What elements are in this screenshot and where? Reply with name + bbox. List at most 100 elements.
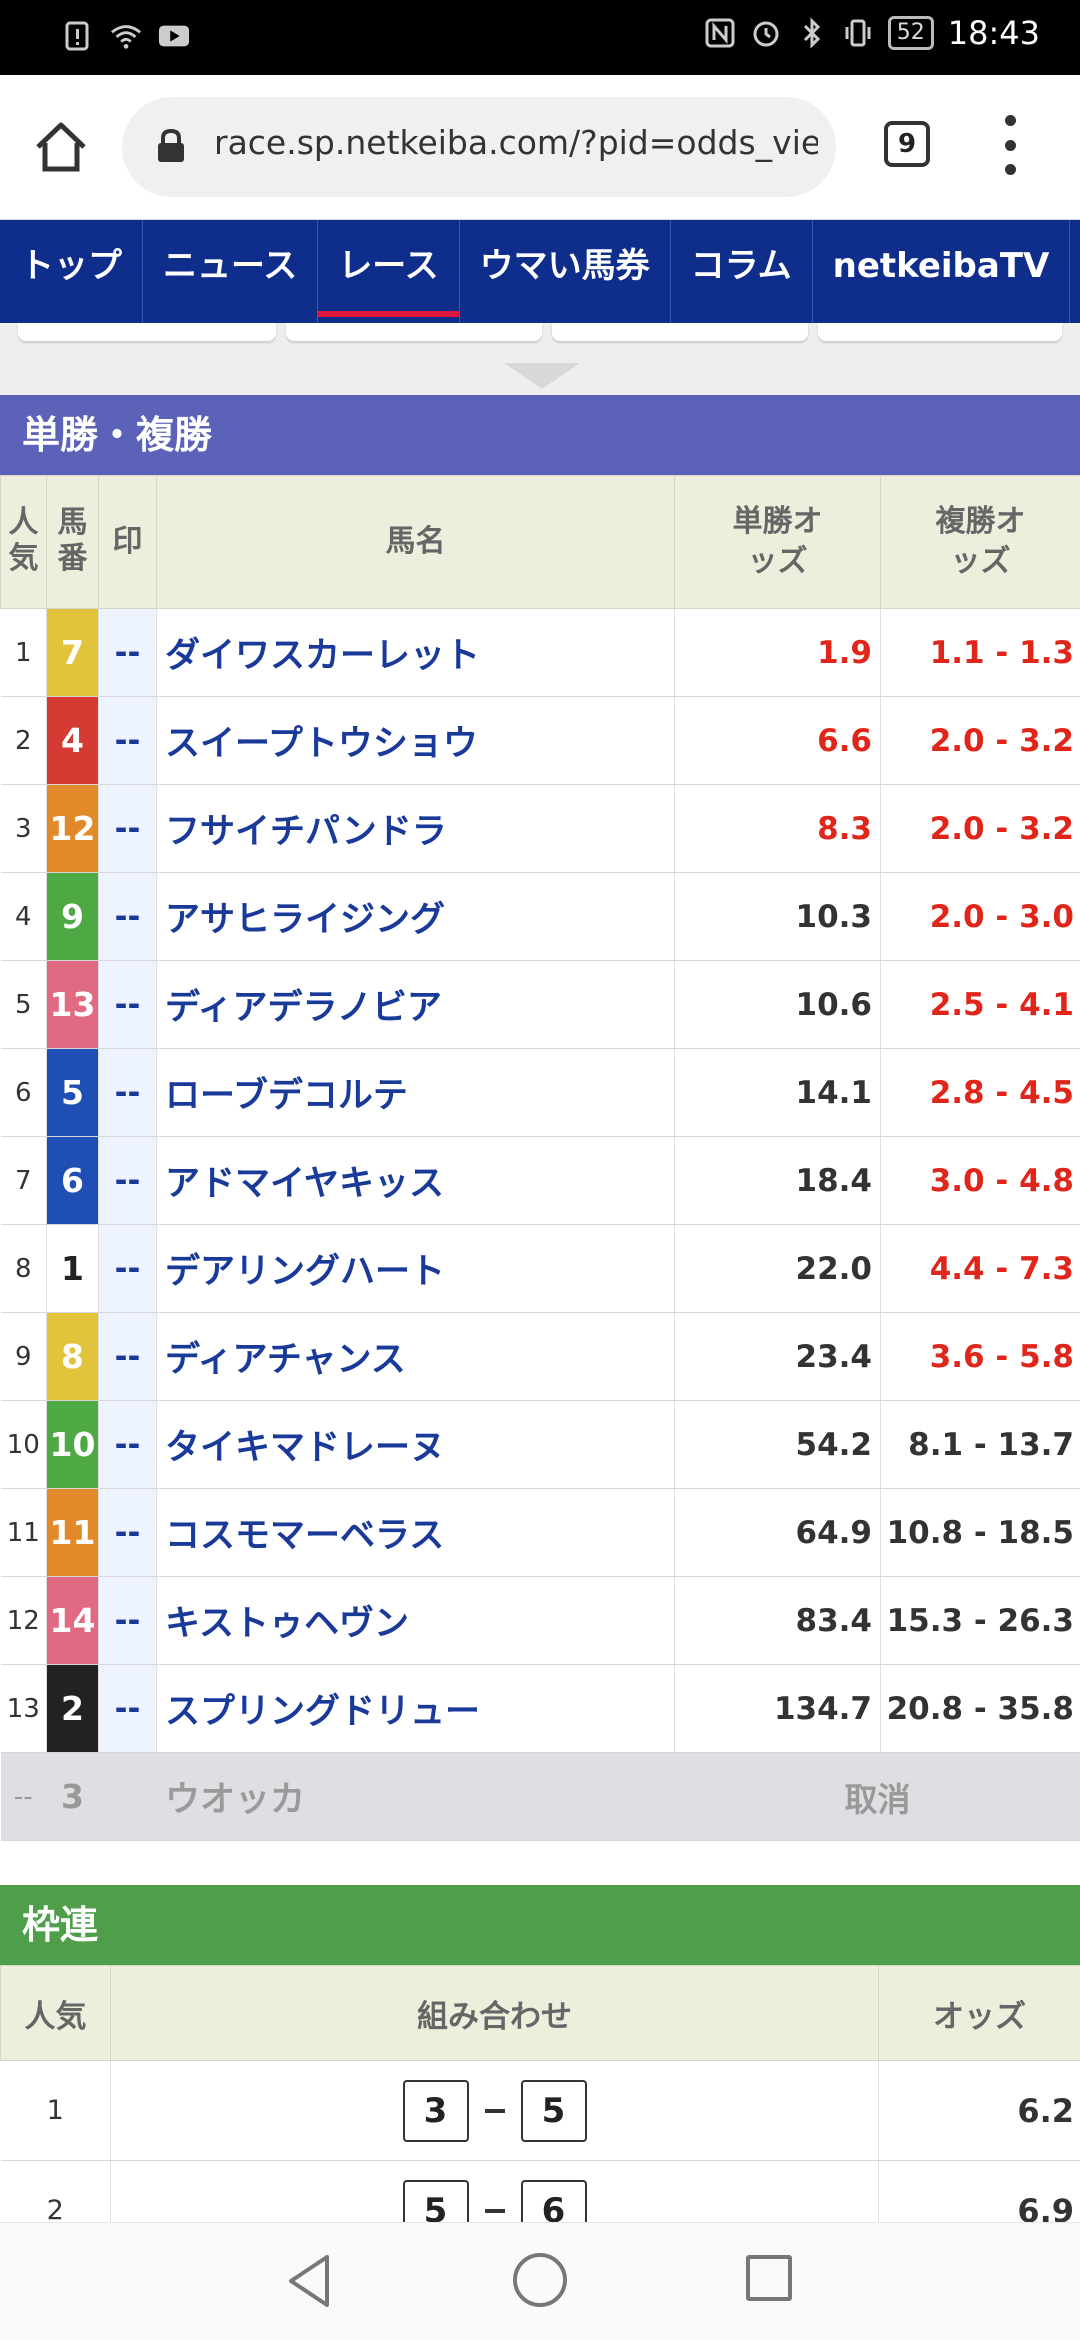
mark-cell[interactable]: -- — [98, 872, 157, 961]
col-header-win: 単勝オッズ — [674, 475, 881, 609]
browser-toolbar: race.sp.netkeiba.com/?pid=odds_view& 9 — [0, 75, 1080, 220]
horse-name: ウオッカ — [156, 1752, 675, 1841]
horse-row[interactable]: 12 14 -- キストゥヘヴン 83.4 15.3 - 26.3 — [0, 1576, 1080, 1665]
place-odds-cell: 20.8 - 35.8 — [880, 1664, 1080, 1753]
nav-item-netkeibatv[interactable]: netkeibaTV — [813, 220, 1071, 323]
win-odds-cell: 22.0 — [674, 1224, 881, 1313]
horse-row[interactable]: 2 4 -- スイープトウショウ 6.6 2.0 - 3.2 — [0, 696, 1080, 785]
horse-row[interactable]: 6 5 -- ローブデコルテ 14.1 2.8 - 4.5 — [0, 1048, 1080, 1137]
mark-cell[interactable]: -- — [98, 696, 157, 785]
odds-table: 人気 馬番 印 馬名 単勝オッズ 複勝オッズ 1 7 -- ダイワスカーレット 1.9 1… — [0, 475, 1080, 1841]
horse-row[interactable]: 10 10 -- タイキマドレーヌ 54.2 8.1 - 13.7 — [0, 1400, 1080, 1489]
place-odds-cell: 3.0 - 4.8 — [880, 1136, 1080, 1225]
horse-number-badge: 4 — [46, 696, 99, 785]
lock-icon — [156, 128, 186, 163]
horse-row[interactable]: 3 12 -- フサイチパンドラ 8.3 2.0 - 3.2 — [0, 784, 1080, 873]
sub-tab[interactable] — [286, 323, 542, 341]
mark-cell[interactable]: -- — [98, 1136, 157, 1225]
popularity-cell: 3 — [0, 784, 47, 873]
horse-row[interactable]: 5 13 -- ディアデラノビア 10.6 2.5 - 4.1 — [0, 960, 1080, 1049]
popularity-cell: 7 — [0, 1136, 47, 1225]
mark-cell[interactable]: -- — [98, 1664, 157, 1753]
win-odds-cell: 23.4 — [674, 1312, 881, 1401]
mark-cell[interactable]: -- — [98, 1312, 157, 1401]
col-header-combo: 組み合わせ — [110, 1965, 879, 2061]
home-circle-icon[interactable] — [513, 2253, 567, 2307]
horse-name-link[interactable]: コスモマーベラス — [156, 1488, 675, 1577]
clock: 18:43 — [947, 14, 1040, 52]
waku-row[interactable]: 1 3 5 6.2 — [0, 2060, 1080, 2161]
horse-number-badge: 14 — [46, 1576, 99, 1665]
recent-apps-icon[interactable] — [746, 2255, 792, 2301]
nav-item-local[interactable]: 地方 — [1070, 220, 1080, 323]
mark-cell[interactable]: -- — [98, 1224, 157, 1313]
mark-cell[interactable]: -- — [98, 1048, 157, 1137]
place-odds-cell: 10.8 - 18.5 — [880, 1488, 1080, 1577]
horse-name-link[interactable]: フサイチパンドラ — [156, 784, 675, 873]
system-nav-bar — [0, 2222, 1080, 2340]
nav-item-news[interactable]: ニュース — [143, 220, 319, 323]
popularity-cell: 1 — [0, 608, 47, 697]
nav-item-umai-baken[interactable]: ウマい馬券 — [460, 220, 671, 323]
horse-name-link[interactable]: スプリングドリュー — [156, 1664, 675, 1753]
horse-name-link[interactable]: ディアチャンス — [156, 1312, 675, 1401]
horse-row[interactable]: 13 2 -- スプリングドリュー 134.7 20.8 - 35.8 — [0, 1664, 1080, 1753]
horse-row[interactable]: 9 8 -- ディアチャンス 23.4 3.6 - 5.8 — [0, 1312, 1080, 1401]
win-odds-cell: 8.3 — [674, 784, 881, 873]
battery-indicator: 52 — [887, 16, 934, 50]
place-odds-cell: 2.0 - 3.2 — [880, 696, 1080, 785]
sub-tab[interactable] — [552, 323, 808, 341]
mark-cell[interactable]: -- — [98, 960, 157, 1049]
horse-number-badge: 10 — [46, 1400, 99, 1489]
mark-cell[interactable]: -- — [98, 1488, 157, 1577]
horse-row[interactable]: 1 7 -- ダイワスカーレット 1.9 1.1 - 1.3 — [0, 608, 1080, 697]
horse-name-link[interactable]: タイキマドレーヌ — [156, 1400, 675, 1489]
sub-tab[interactable] — [18, 323, 276, 341]
nav-item-race[interactable]: レース — [318, 220, 460, 323]
horse-name-link[interactable]: ダイワスカーレット — [156, 608, 675, 697]
place-odds-cell: 2.8 - 4.5 — [880, 1048, 1080, 1137]
home-icon[interactable] — [32, 119, 90, 177]
col-header-mark: 印 — [98, 475, 157, 609]
combo-separator — [484, 2108, 505, 2113]
frame-box: 5 — [520, 2079, 587, 2142]
popularity-cell: 5 — [0, 960, 47, 1049]
horse-name-link[interactable]: デアリングハート — [156, 1224, 675, 1313]
horse-row[interactable]: 4 9 -- アサヒライジング 10.3 2.0 - 3.0 — [0, 872, 1080, 961]
col-header-place: 複勝オッズ — [880, 475, 1080, 609]
horse-name-link[interactable]: アドマイヤキッス — [156, 1136, 675, 1225]
nav-item-top[interactable]: トップ — [0, 220, 143, 323]
win-odds-cell: 10.6 — [674, 960, 881, 1049]
sub-tab[interactable] — [818, 323, 1062, 341]
horse-row[interactable]: 7 6 -- アドマイヤキッス 18.4 3.0 - 4.8 — [0, 1136, 1080, 1225]
menu-icon[interactable] — [1000, 115, 1020, 175]
popularity-cell: 12 — [0, 1576, 47, 1665]
col-header-name: 馬名 — [156, 475, 675, 609]
horse-name-link[interactable]: スイープトウショウ — [156, 696, 675, 785]
popularity-cell: 9 — [0, 1312, 47, 1401]
popularity-cell: 6 — [0, 1048, 47, 1137]
address-bar[interactable]: race.sp.netkeiba.com/?pid=odds_view& — [122, 97, 836, 197]
horse-name-link[interactable]: ディアデラノビア — [156, 960, 675, 1049]
nav-item-column[interactable]: コラム — [671, 220, 813, 323]
win-odds-cell: 14.1 — [674, 1048, 881, 1137]
back-icon[interactable] — [285, 2253, 333, 2313]
horse-name-link[interactable]: アサヒライジング — [156, 872, 675, 961]
mark-cell[interactable]: -- — [98, 784, 157, 873]
horse-name-link[interactable]: キストゥヘヴン — [156, 1576, 675, 1665]
mark-cell[interactable]: -- — [98, 608, 157, 697]
popularity-cell: 13 — [0, 1664, 47, 1753]
horse-number-badge: 7 — [46, 608, 99, 697]
mark-cell[interactable]: -- — [98, 1576, 157, 1665]
win-odds-cell: 83.4 — [674, 1576, 881, 1665]
horse-row[interactable]: 8 1 -- デアリングハート 22.0 4.4 - 7.3 — [0, 1224, 1080, 1313]
win-odds-cell: 134.7 — [674, 1664, 881, 1753]
combo-cell: 35 — [110, 2060, 879, 2161]
horse-name-link[interactable]: ローブデコルテ — [156, 1048, 675, 1137]
tab-switcher-button[interactable]: 9 — [884, 121, 930, 167]
horse-row[interactable]: 11 11 -- コスモマーベラス 64.9 10.8 - 18.5 — [0, 1488, 1080, 1577]
win-odds-cell: 54.2 — [674, 1400, 881, 1489]
mark-cell[interactable]: -- — [98, 1400, 157, 1489]
site-nav: トップ ニュース レース ウマい馬券 コラム netkeibaTV 地方 — [0, 220, 1080, 323]
place-odds-cell: 2.0 - 3.2 — [880, 784, 1080, 873]
